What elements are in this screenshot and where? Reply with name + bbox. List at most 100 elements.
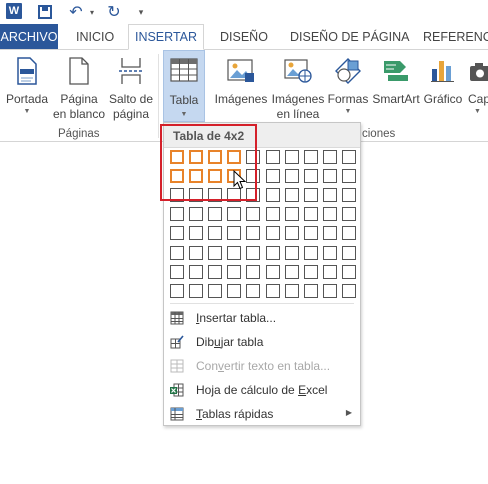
menu-item-tablas-rapidas[interactable]: Tablas rápidas ▶: [164, 403, 360, 425]
salto-de-pagina-button[interactable]: Salto de página: [106, 50, 156, 126]
grafico-button[interactable]: Gráfico: [422, 50, 464, 126]
table-grid-cell[interactable]: [266, 284, 280, 298]
table-grid-cell[interactable]: [285, 207, 299, 221]
menu-item-label: Convertir texto en tabla...: [196, 359, 331, 373]
tab-inicio[interactable]: INICIO: [76, 24, 114, 49]
table-grid-cell[interactable]: [323, 207, 337, 221]
table-grid-cell[interactable]: [227, 246, 241, 260]
table-grid-cell[interactable]: [266, 226, 280, 240]
table-grid-cell[interactable]: [285, 150, 299, 164]
tab-diseno[interactable]: DISEÑO: [220, 24, 268, 49]
undo-icon[interactable]: ↶: [68, 3, 84, 21]
table-grid-cell[interactable]: [266, 188, 280, 202]
table-grid-cell[interactable]: [170, 265, 184, 279]
tab-referencias[interactable]: REFERENCIA: [423, 24, 488, 49]
imagenes-button[interactable]: Imágenes: [214, 50, 268, 126]
table-grid-cell[interactable]: [342, 226, 356, 240]
table-grid-cell[interactable]: [323, 150, 337, 164]
table-grid-cell[interactable]: [342, 265, 356, 279]
table-grid-cell[interactable]: [304, 226, 318, 240]
tab-insertar[interactable]: INSERTAR: [128, 24, 204, 50]
tabla-button[interactable]: Tabla ▼: [163, 50, 205, 122]
table-grid-cell[interactable]: [170, 284, 184, 298]
table-grid-cell[interactable]: [342, 188, 356, 202]
table-grid-cell[interactable]: [189, 265, 203, 279]
table-grid-cell[interactable]: [246, 246, 260, 260]
smartart-button[interactable]: SmartArt: [370, 50, 422, 126]
menu-item-label: Hoja de cálculo de Excel: [196, 383, 328, 397]
table-grid-cell[interactable]: [323, 265, 337, 279]
table-icon: [170, 58, 198, 82]
table-grid-cell[interactable]: [227, 265, 241, 279]
imagenes-en-linea-button[interactable]: Imágenes en línea: [270, 50, 326, 126]
undo-dropdown-icon[interactable]: ▾: [88, 3, 96, 21]
menu-item-dibujar-tabla[interactable]: Dibujar tabla: [164, 331, 360, 353]
table-grid-cell[interactable]: [246, 265, 260, 279]
menu-item-convertir-texto: Convertir texto en tabla...: [164, 355, 360, 377]
table-grid-cell[interactable]: [189, 246, 203, 260]
table-grid-cell[interactable]: [323, 169, 337, 183]
portada-button[interactable]: Portada ▼: [2, 50, 52, 126]
word-logo[interactable]: W: [6, 3, 22, 19]
table-grid-cell[interactable]: [342, 207, 356, 221]
tab-diseno-de-pagina[interactable]: DISEÑO DE PÁGINA: [290, 24, 409, 49]
table-grid-cell[interactable]: [266, 207, 280, 221]
table-grid-cell[interactable]: [304, 207, 318, 221]
menu-item-insertar-tabla[interactable]: Insertar tabla...: [164, 307, 360, 329]
table-grid-cell[interactable]: [323, 188, 337, 202]
table-grid-cell[interactable]: [304, 188, 318, 202]
menu-item-hoja-de-calculo-excel[interactable]: Hoja de cálculo de Excel: [164, 379, 360, 401]
tab-archivo[interactable]: ARCHIVO: [0, 24, 58, 49]
table-grid-cell[interactable]: [246, 226, 260, 240]
table-grid-cell[interactable]: [342, 284, 356, 298]
table-grid-cell[interactable]: [189, 284, 203, 298]
screenshot-icon: [470, 63, 488, 81]
table-grid-cell[interactable]: [170, 226, 184, 240]
table-grid-cell[interactable]: [304, 246, 318, 260]
table-grid-cell[interactable]: [304, 284, 318, 298]
table-grid-cell[interactable]: [323, 284, 337, 298]
table-grid-cell[interactable]: [285, 188, 299, 202]
table-grid-cell[interactable]: [266, 150, 280, 164]
draw-table-icon: [170, 335, 184, 349]
table-grid-cell[interactable]: [304, 169, 318, 183]
table-grid-cell[interactable]: [227, 207, 241, 221]
table-grid-cell[interactable]: [285, 226, 299, 240]
table-grid-cell[interactable]: [208, 207, 222, 221]
table-grid-cell[interactable]: [227, 284, 241, 298]
table-grid-cell[interactable]: [285, 284, 299, 298]
table-grid-cell[interactable]: [227, 226, 241, 240]
formas-button[interactable]: Formas ▼: [326, 50, 370, 126]
table-grid-cell[interactable]: [323, 246, 337, 260]
table-grid-cell[interactable]: [342, 246, 356, 260]
insert-table-icon: [170, 311, 184, 325]
menu-separator: [170, 303, 354, 304]
table-grid-cell[interactable]: [208, 265, 222, 279]
table-grid-cell[interactable]: [246, 207, 260, 221]
table-grid-cell[interactable]: [208, 284, 222, 298]
redo-icon[interactable]: ↻: [106, 3, 122, 21]
captura-button[interactable]: Cap ▼: [466, 50, 488, 126]
table-grid-cell[interactable]: [285, 246, 299, 260]
table-grid-cell[interactable]: [285, 265, 299, 279]
table-grid-cell[interactable]: [246, 284, 260, 298]
customize-toolbar-icon[interactable]: ▾: [136, 3, 146, 21]
table-grid-cell[interactable]: [266, 169, 280, 183]
table-grid-cell[interactable]: [170, 246, 184, 260]
table-grid-cell[interactable]: [285, 169, 299, 183]
table-grid-cell[interactable]: [304, 150, 318, 164]
table-grid-cell[interactable]: [342, 150, 356, 164]
pagina-en-blanco-button[interactable]: Página en blanco: [52, 50, 106, 126]
table-grid-cell[interactable]: [189, 207, 203, 221]
table-grid-cell[interactable]: [189, 226, 203, 240]
imagenes-label: Imágenes: [214, 92, 268, 106]
save-icon[interactable]: [38, 5, 52, 19]
table-grid-cell[interactable]: [266, 246, 280, 260]
table-grid-cell[interactable]: [170, 207, 184, 221]
table-grid-cell[interactable]: [342, 169, 356, 183]
table-grid-cell[interactable]: [266, 265, 280, 279]
table-grid-cell[interactable]: [208, 246, 222, 260]
table-grid-cell[interactable]: [208, 226, 222, 240]
table-grid-cell[interactable]: [323, 226, 337, 240]
table-grid-cell[interactable]: [304, 265, 318, 279]
